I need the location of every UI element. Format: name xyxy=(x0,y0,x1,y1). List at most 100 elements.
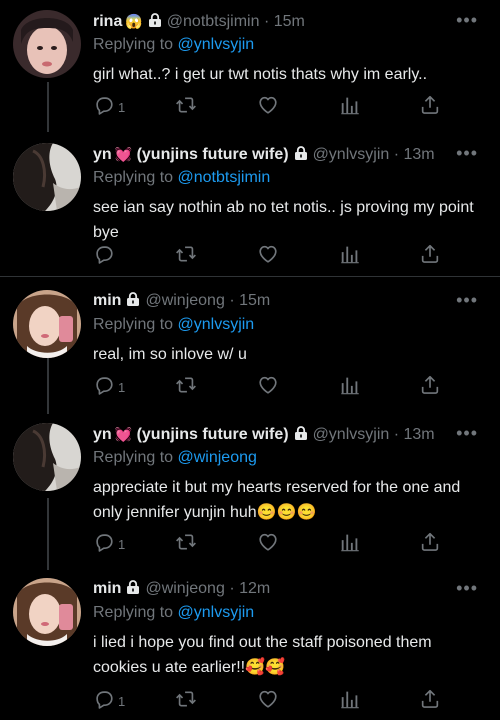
timestamp[interactable]: · 13m xyxy=(394,146,435,163)
tweet-emoji: 🥰🥰 xyxy=(245,659,285,676)
tweet-text-block: i lied i hope you find out the staff poi… xyxy=(93,630,478,680)
reply-icon xyxy=(93,688,115,710)
heart-icon xyxy=(257,243,279,265)
avatar[interactable] xyxy=(13,423,81,491)
reply-thread: rina 😱 @notbtsjimin · 15m ••• Replying to … xyxy=(0,0,500,720)
timestamp[interactable]: · 12m xyxy=(229,580,270,597)
heart-icon xyxy=(257,688,279,710)
reply-button[interactable]: 1 xyxy=(93,688,125,710)
share-button[interactable] xyxy=(419,374,441,396)
reply-count: 1 xyxy=(118,693,126,709)
user-handle[interactable]: @winjeong xyxy=(145,580,224,597)
tweet[interactable]: rina 😱 @notbtsjimin · 15m ••• Replying to … xyxy=(0,10,500,130)
views-icon xyxy=(339,374,361,396)
tweet[interactable]: min @winjeong · 12m ••• Replying to @ynlv… xyxy=(0,578,500,720)
heart-icon xyxy=(257,374,279,396)
tweet[interactable]: yn 💓 (yunjins future wife) @ynlvsyjin · 13… xyxy=(0,143,500,268)
views-button[interactable] xyxy=(339,243,361,265)
display-name[interactable]: min xyxy=(93,292,121,309)
views-icon xyxy=(339,688,361,710)
more-icon[interactable]: ••• xyxy=(456,144,478,162)
reply-icon xyxy=(93,374,115,396)
display-name-suffix[interactable]: (yunjins future wife) xyxy=(137,146,289,163)
replying-to: Replying to @ynlvsyjin xyxy=(93,34,254,56)
display-name[interactable]: min xyxy=(93,580,121,597)
more-icon[interactable]: ••• xyxy=(456,11,478,29)
more-icon[interactable]: ••• xyxy=(456,579,478,597)
like-button[interactable] xyxy=(257,374,279,396)
tweet[interactable]: min @winjeong · 15m ••• Replying to @ynlv… xyxy=(0,290,500,410)
views-button[interactable] xyxy=(339,94,361,116)
display-name[interactable]: yn xyxy=(93,146,112,163)
like-button[interactable] xyxy=(257,688,279,710)
reply-mention-link[interactable]: @notbtsjimin xyxy=(178,169,271,186)
retweet-icon xyxy=(175,94,197,116)
avatar[interactable] xyxy=(13,10,81,78)
name-emoji: 😱 xyxy=(125,13,143,29)
avatar[interactable] xyxy=(13,143,81,211)
tweet-text-block: appreciate it but my hearts reserved for… xyxy=(93,475,478,525)
tweet-header: min @winjeong · 12m xyxy=(93,578,460,600)
reply-count: 1 xyxy=(118,379,126,395)
reply-mention-link[interactable]: @ynlvsyjin xyxy=(178,316,255,333)
display-name-suffix[interactable]: (yunjins future wife) xyxy=(137,426,289,443)
reply-mention-link[interactable]: @ynlvsyjin xyxy=(178,36,255,53)
views-button[interactable] xyxy=(339,531,361,553)
reply-button[interactable]: 1 xyxy=(93,94,125,116)
retweet-icon xyxy=(175,688,197,710)
views-button[interactable] xyxy=(339,688,361,710)
user-handle[interactable]: @ynlvsyjin xyxy=(313,426,390,443)
share-button[interactable] xyxy=(419,688,441,710)
tweet-text: real, im so inlove w/ u xyxy=(93,346,247,363)
avatar[interactable] xyxy=(13,578,81,646)
replying-to: Replying to @ynlvsyjin xyxy=(93,602,254,624)
share-icon xyxy=(419,243,441,265)
action-bar: 1 xyxy=(93,374,453,398)
share-icon xyxy=(419,531,441,553)
reply-icon xyxy=(93,531,115,553)
replying-to: Replying to @winjeong xyxy=(93,447,257,469)
like-button[interactable] xyxy=(257,94,279,116)
avatar[interactable] xyxy=(13,290,81,358)
retweet-button[interactable] xyxy=(175,374,197,396)
replying-to: Replying to @ynlvsyjin xyxy=(93,314,254,336)
like-button[interactable] xyxy=(257,243,279,265)
reply-mention-link[interactable]: @ynlvsyjin xyxy=(178,604,255,621)
retweet-button[interactable] xyxy=(175,531,197,553)
display-name[interactable]: rina xyxy=(93,13,122,30)
action-bar: 1 xyxy=(93,94,453,118)
user-handle[interactable]: @ynlvsyjin xyxy=(313,146,390,163)
reply-count: 1 xyxy=(118,536,126,552)
timestamp[interactable]: · 15m xyxy=(264,13,305,30)
retweet-button[interactable] xyxy=(175,94,197,116)
reply-mention-link[interactable]: @winjeong xyxy=(178,449,257,466)
more-icon[interactable]: ••• xyxy=(456,424,478,442)
tweet[interactable]: yn 💓 (yunjins future wife) @ynlvsyjin · 13… xyxy=(0,423,500,558)
retweet-icon xyxy=(175,531,197,553)
retweet-button[interactable] xyxy=(175,243,197,265)
replying-to-label: Replying to xyxy=(93,449,174,466)
more-icon[interactable]: ••• xyxy=(456,291,478,309)
reply-button[interactable]: 1 xyxy=(93,374,125,396)
timestamp[interactable]: · 15m xyxy=(229,292,270,309)
share-button[interactable] xyxy=(419,531,441,553)
retweet-button[interactable] xyxy=(175,688,197,710)
tweet-header: rina 😱 @notbtsjimin · 15m xyxy=(93,10,460,32)
reply-button[interactable] xyxy=(93,243,118,265)
lock-icon xyxy=(293,425,309,441)
timestamp[interactable]: · 13m xyxy=(394,426,435,443)
replying-to-label: Replying to xyxy=(93,604,174,621)
reply-button[interactable]: 1 xyxy=(93,531,125,553)
tweet-header: min @winjeong · 15m xyxy=(93,290,460,312)
views-button[interactable] xyxy=(339,374,361,396)
name-emoji: 💓 xyxy=(114,146,133,162)
user-handle[interactable]: @notbtsjimin xyxy=(167,13,260,30)
tweet-divider xyxy=(0,276,500,277)
display-name[interactable]: yn xyxy=(93,426,112,443)
like-button[interactable] xyxy=(257,531,279,553)
share-button[interactable] xyxy=(419,94,441,116)
tweet-header: yn 💓 (yunjins future wife) @ynlvsyjin · 13… xyxy=(93,423,460,445)
user-handle[interactable]: @winjeong xyxy=(145,292,224,309)
retweet-icon xyxy=(175,243,197,265)
share-button[interactable] xyxy=(419,243,441,265)
